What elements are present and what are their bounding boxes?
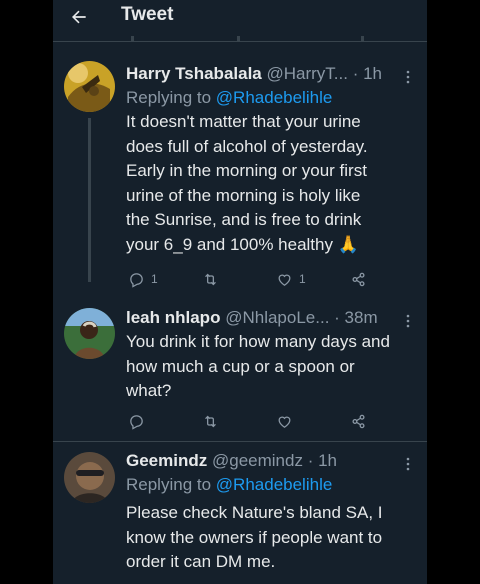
like-button[interactable] <box>276 412 299 430</box>
reply-button[interactable]: 1 <box>128 270 158 288</box>
tweet-header: leah nhlapo @NhlapoLe... · 38m <box>126 306 418 330</box>
text-line: It doesn't matter that your urine <box>126 112 361 131</box>
divider <box>53 41 427 42</box>
more-icon[interactable] <box>406 67 410 84</box>
replying-prefix: Replying to <box>126 88 212 107</box>
text-line: the Sunrise, and is free to drink <box>126 210 362 229</box>
tweet-body: Harry Tshabalala @HarryT... · 1h Replyin… <box>126 62 418 257</box>
heart-icon <box>278 416 291 428</box>
tweet-text: You drink it for how many days and how m… <box>126 330 418 404</box>
text-line: how much a cup or a spoon or <box>126 356 355 376</box>
retweet-icon <box>205 415 216 427</box>
author-name[interactable]: leah nhlapo <box>126 308 220 327</box>
author-handle[interactable]: @NhlapoLe... <box>225 308 329 327</box>
text-line: your 6_9 and 100% healthy 🙏 <box>126 234 359 254</box>
retweet-button[interactable] <box>202 412 225 430</box>
author-name[interactable]: Geemindz <box>126 451 207 470</box>
text-line: does full of alcohol of yesterday. <box>126 136 368 156</box>
author-handle[interactable]: @geemindz <box>212 451 303 470</box>
avatar[interactable] <box>64 308 115 359</box>
more-icon[interactable] <box>406 454 410 471</box>
arrow-left-icon[interactable] <box>69 7 89 27</box>
like-count: 1 <box>299 272 306 286</box>
top-bar: Tweet <box>53 0 427 34</box>
tweet-header: Geemindz @geemindz · 1h <box>126 449 418 473</box>
more-icon[interactable] <box>406 311 410 328</box>
text-line: Early in the morning or your first <box>126 161 367 180</box>
share-icon <box>352 414 365 428</box>
tweet-actions <box>126 412 386 430</box>
tweet-body: leah nhlapo @NhlapoLe... · 38m You drink… <box>126 306 418 404</box>
tweet-actions: 1 1 <box>126 270 386 288</box>
text-line: know the owners if people want to <box>126 527 383 547</box>
share-icon <box>352 272 365 286</box>
replying-prefix: Replying to <box>126 475 212 494</box>
mention-link[interactable]: @Rhadebelihle <box>216 88 333 107</box>
tweet-header: Harry Tshabalala @HarryT... · 1h <box>126 62 418 86</box>
retweet-button[interactable] <box>202 270 225 288</box>
author-handle[interactable]: @HarryT... <box>267 64 348 83</box>
tweet-time: · 1h <box>307 451 337 470</box>
heart-icon <box>278 274 291 286</box>
mention-link[interactable]: @Rhadebelihle <box>216 475 333 494</box>
reply-count: 1 <box>151 272 158 286</box>
tweet-body: Geemindz @geemindz · 1h Replying to @Rha… <box>126 449 418 575</box>
replying-to: Replying to @Rhadebelihle <box>126 86 418 110</box>
reply-button[interactable] <box>128 412 151 430</box>
thread-line <box>88 118 91 282</box>
avatar[interactable] <box>64 452 115 503</box>
reply-icon <box>130 414 143 430</box>
text-line: Please check Nature's bland SA, I <box>126 503 383 522</box>
share-button[interactable] <box>350 270 367 288</box>
tweet-text: It doesn't matter that your urine does f… <box>126 110 418 257</box>
text-line: what? <box>126 381 172 400</box>
author-name[interactable]: Harry Tshabalala <box>126 64 262 83</box>
tweet-time: · 38m <box>334 308 378 327</box>
tweet-screen: Tweet Harry Tshabalala @HarryT... · 1h R… <box>53 0 427 584</box>
divider <box>53 441 427 442</box>
avatar[interactable] <box>64 61 115 112</box>
tweet-time: · 1h <box>352 64 383 83</box>
retweet-icon <box>205 273 216 285</box>
tweet-text: Please check Nature's bland SA, I know t… <box>126 501 418 575</box>
text-line: urine of the morning is holy like <box>126 185 361 205</box>
share-button[interactable] <box>350 412 367 430</box>
page-title: Tweet <box>121 4 174 25</box>
reply-icon <box>130 272 143 288</box>
replying-to: Replying to @Rhadebelihle <box>126 473 418 497</box>
like-button[interactable]: 1 <box>276 270 306 288</box>
text-line: order it can DM me. <box>126 552 276 571</box>
text-line: You drink it for how many days and <box>126 332 390 351</box>
